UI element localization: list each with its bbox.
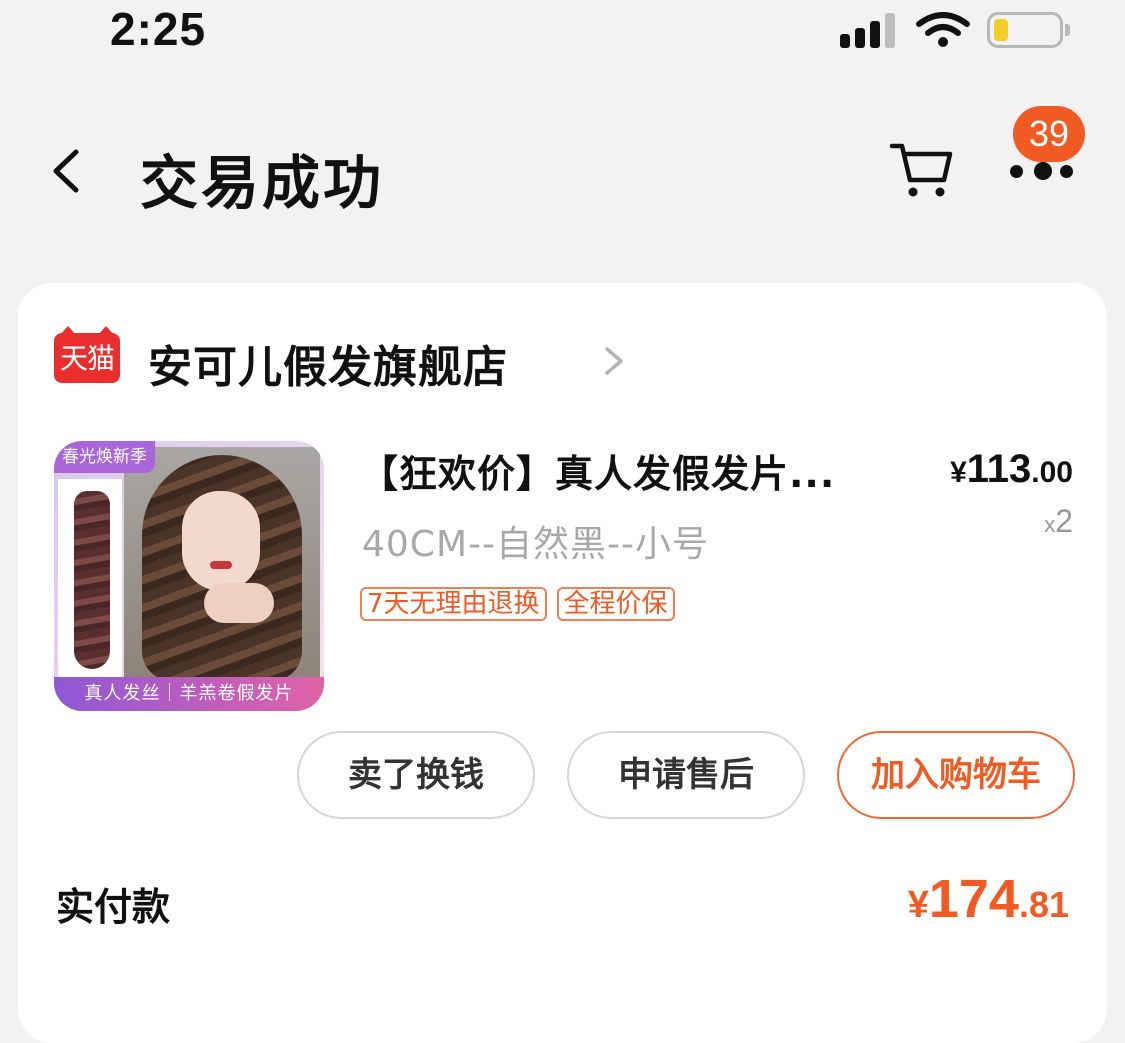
add-to-cart-button[interactable]: 加入购物车	[837, 731, 1075, 819]
thumb-caption: 真人发丝｜羊羔卷假发片	[54, 677, 324, 711]
product-title[interactable]: 【狂欢价】真人发假发片...	[360, 443, 880, 498]
quantity-prefix: x	[1044, 512, 1056, 537]
tmall-logo: 天猫	[54, 326, 120, 383]
status-bar: 2:25	[0, 0, 1125, 70]
price-decimal: .00	[1031, 456, 1073, 489]
page-title: 交易成功	[140, 149, 385, 217]
store-row[interactable]: 天猫 安可儿假发旗舰店	[54, 326, 654, 393]
chevron-right-icon	[605, 347, 623, 375]
store-name[interactable]: 安可儿假发旗舰店	[148, 331, 508, 395]
hairpiece-image	[74, 491, 110, 669]
model-face	[182, 491, 260, 591]
status-time: 2:25	[110, 3, 207, 55]
product-price: ¥113.00	[950, 447, 1073, 492]
signal-icon	[840, 12, 898, 48]
price-currency: ¥	[950, 456, 967, 489]
sell-button[interactable]: 卖了换钱	[297, 731, 535, 819]
tag-return-policy: 7天无理由退换	[360, 587, 547, 621]
product-quantity: x2	[1044, 503, 1073, 540]
action-buttons: 卖了换钱 申请售后 加入购物车	[18, 731, 1107, 821]
paid-row: 实付款 ¥174.81	[18, 868, 1107, 938]
model-lips	[210, 561, 232, 569]
battery-level	[994, 19, 1008, 41]
tag-price-protection: 全程价保	[556, 587, 675, 621]
paid-decimal: .81	[1018, 884, 1069, 925]
back-icon[interactable]	[48, 148, 88, 194]
product-spec: 40CM--自然黑--小号	[362, 524, 709, 565]
service-tags: 7天无理由退换 全程价保	[360, 587, 685, 623]
paid-integer: 174	[928, 869, 1019, 929]
model-hand	[204, 583, 274, 623]
battery-icon	[987, 12, 1063, 48]
message-badge: 39	[1013, 106, 1085, 162]
product-image[interactable]: 春光焕新季 真人发丝｜羊羔卷假发片	[54, 441, 324, 711]
order-card: 天猫 安可儿假发旗舰店 春光焕新季 真人发丝｜羊羔卷假发片 【狂欢价】真人发假发…	[18, 283, 1107, 1043]
paid-amount: ¥174.81	[908, 868, 1069, 930]
more-icon[interactable]	[1010, 162, 1074, 182]
nav-bar: 交易成功 39	[0, 100, 1125, 240]
price-integer: 113	[966, 447, 1032, 491]
battery-nub	[1065, 24, 1070, 36]
promo-tag: 春光焕新季	[54, 441, 155, 473]
after-sale-button[interactable]: 申请售后	[567, 731, 805, 819]
paid-label: 实付款	[56, 885, 171, 929]
wifi-icon	[916, 12, 970, 47]
paid-currency: ¥	[907, 884, 929, 926]
quantity-value: 2	[1055, 503, 1073, 539]
cart-icon[interactable]	[888, 140, 954, 200]
